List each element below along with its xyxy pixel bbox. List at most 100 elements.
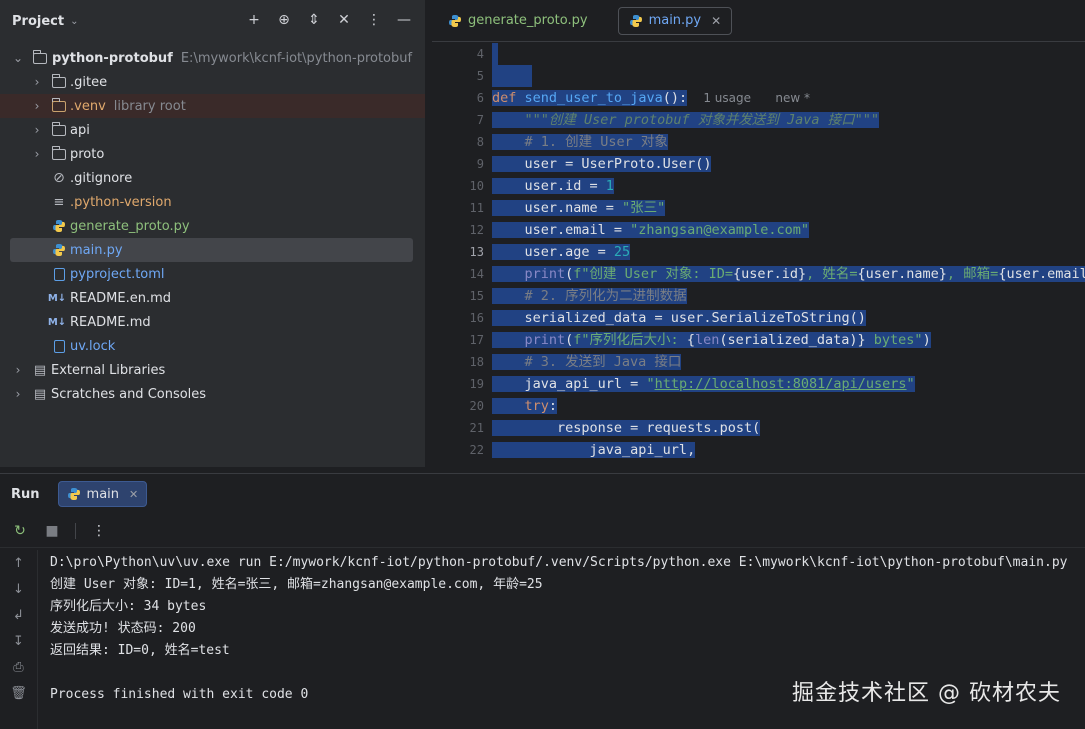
add-icon[interactable]: + — [245, 11, 263, 29]
minimize-icon[interactable]: — — [395, 11, 413, 29]
run-title: Run — [11, 486, 40, 502]
tree-item-generate-proto[interactable]: generate_proto.py — [0, 214, 425, 238]
stop-icon[interactable]: ■ — [43, 522, 61, 540]
chevron-right-icon[interactable]: › — [31, 75, 43, 89]
lock-file-icon — [51, 338, 67, 354]
chevron-right-icon[interactable]: › — [12, 387, 24, 401]
run-toolbar: ↻ ■ ⋮ — [0, 514, 1085, 548]
line-number: 9 — [476, 157, 484, 171]
tab-main[interactable]: main.py ✕ — [617, 6, 733, 35]
root-name: python-protobuf — [52, 50, 173, 66]
code-line: serialized_data = user.SerializeToString… — [492, 310, 866, 326]
project-title[interactable]: Project — [12, 14, 64, 29]
code-line: print(f"创建 User 对象: ID={user.id}, 姓名={us… — [492, 263, 1085, 285]
code-line: # 2. 序列化为二进制数据 — [492, 285, 1085, 307]
console-line: 发送成功! 状态码: 200 — [50, 621, 196, 636]
print-icon[interactable]: ⎙ — [0, 654, 37, 680]
root-path: E:\mywork\kcnf-iot\python-protobuf — [180, 50, 413, 66]
code-line: user.name = "张三" — [492, 200, 666, 216]
python-file-icon — [51, 218, 67, 234]
more-options-icon[interactable]: ⋮ — [365, 11, 383, 29]
tree-root[interactable]: ⌄ python-protobuf E:\mywork\kcnf-iot\pyth… — [0, 46, 425, 70]
line-number: 5 — [476, 69, 484, 83]
tree-item-label: proto — [70, 146, 105, 162]
code-line: user = UserProto.User() — [492, 156, 712, 172]
code-line: ● user.age = 25 — [492, 244, 631, 260]
toolbar-separator — [75, 522, 76, 539]
tree-item-uv-lock[interactable]: uv.lock — [0, 334, 425, 358]
line-number: 21 — [469, 421, 484, 435]
tree-item-label: api — [70, 122, 90, 138]
tree-item-label: README.en.md — [70, 290, 171, 306]
tree-item-scratches[interactable]: › ▤ Scratches and Consoles — [0, 382, 425, 406]
chevron-right-icon[interactable]: › — [31, 147, 43, 161]
chevron-right-icon[interactable]: › — [31, 99, 43, 113]
tree-item-gitignore[interactable]: ⊘ .gitignore — [0, 166, 425, 190]
tree-item-proto[interactable]: › proto — [0, 142, 425, 166]
project-panel: Project ⌄ + ⊕ ⇕ ✕ ⋮ — ⌄ python-protobuf E… — [0, 0, 426, 467]
tree-item-label: main.py — [70, 242, 123, 258]
usage-inlay[interactable]: 1 usage — [703, 91, 751, 105]
trash-icon[interactable]: 🗑 — [0, 680, 37, 706]
folder-icon — [51, 73, 67, 90]
close-icon[interactable]: ✕ — [129, 488, 138, 501]
code-area[interactable]: def send_user_to_java(): 1 usage new * "… — [492, 43, 1085, 467]
tree-item-label: uv.lock — [70, 338, 116, 354]
ignore-file-icon: ⊘ — [53, 170, 65, 186]
more-options-icon[interactable]: ⋮ — [90, 522, 108, 540]
scroll-up-icon[interactable]: ↑ — [0, 550, 37, 576]
markdown-file-icon: M↓ — [47, 292, 67, 304]
line-number: 16 — [469, 311, 484, 325]
console-line: D:\pro\Python\uv\uv.exe run E:/mywork/kc… — [50, 555, 1068, 570]
chevron-right-icon[interactable]: › — [31, 123, 43, 137]
chevron-right-icon[interactable]: › — [12, 363, 24, 377]
line-number: 12 — [469, 223, 484, 237]
tree-item-pyproject[interactable]: pyproject.toml — [0, 262, 425, 286]
code-line: # 1. 创建 User 对象 — [492, 131, 1085, 153]
chevron-down-icon[interactable]: ⌄ — [12, 51, 24, 65]
code-line — [492, 65, 1085, 87]
tree-item-readme-en[interactable]: M↓ README.en.md — [0, 286, 425, 310]
line-number: 14 — [469, 267, 484, 281]
rerun-icon[interactable]: ↻ — [11, 522, 29, 540]
tab-label: main.py — [648, 13, 702, 28]
library-icon: ▤ — [33, 362, 47, 378]
tab-label: generate_proto.py — [468, 13, 588, 28]
author-inlay[interactable]: new * — [775, 91, 810, 105]
expand-all-icon[interactable]: ⇕ — [305, 11, 323, 29]
soft-wrap-icon[interactable]: ↲ — [0, 602, 37, 628]
editor-panel: generate_proto.py main.py ✕ 4 5 6 7 8 9 … — [432, 0, 1085, 467]
line-number: 8 — [476, 135, 484, 149]
line-number: 4 — [476, 47, 484, 61]
line-number: 17 — [469, 333, 484, 347]
tree-item-readme[interactable]: M↓ README.md — [0, 310, 425, 334]
scroll-to-end-icon[interactable]: ↧ — [0, 628, 37, 654]
library-root-hint: library root — [113, 98, 186, 114]
markdown-file-icon: M↓ — [47, 316, 67, 328]
tree-item-label: .gitignore — [70, 170, 133, 186]
project-toolbar: + ⊕ ⇕ ✕ ⋮ — — [245, 11, 413, 29]
tab-generate-proto[interactable]: generate_proto.py — [438, 7, 598, 35]
collapse-all-icon[interactable]: ✕ — [335, 11, 353, 29]
tree-item-venv[interactable]: › .venv library root — [0, 94, 425, 118]
tree-item-label: generate_proto.py — [70, 218, 190, 234]
run-tab-main[interactable]: main ✕ — [57, 481, 148, 507]
text-file-icon: ≡ — [53, 194, 65, 210]
tree-item-gitee[interactable]: › .gitee — [0, 70, 425, 94]
toml-file-icon — [51, 266, 67, 282]
console-line: 创建 User 对象: ID=1, 姓名=张三, 邮箱=zhangsan@exa… — [50, 577, 543, 592]
tree-item-external-libraries[interactable]: › ▤ External Libraries — [0, 358, 425, 382]
locate-icon[interactable]: ⊕ — [275, 11, 293, 29]
code-line: java_api_url = "http://localhost:8081/ap… — [492, 376, 915, 392]
editor-tabs: generate_proto.py main.py ✕ — [432, 0, 1085, 42]
line-number: 15 — [469, 289, 484, 303]
close-icon[interactable]: ✕ — [711, 14, 721, 28]
run-side-toolbar: ↑ ↓ ↲ ↧ ⎙ 🗑 — [0, 550, 38, 729]
tree-item-label: .venv — [70, 98, 106, 114]
run-panel: Run main ✕ ↻ ■ ⋮ ↑ ↓ ↲ ↧ ⎙ 🗑 D:\pro\Pyth… — [0, 473, 1085, 729]
chevron-down-icon[interactable]: ⌄ — [70, 16, 78, 27]
scroll-down-icon[interactable]: ↓ — [0, 576, 37, 602]
tree-item-main[interactable]: main.py — [10, 238, 413, 262]
tree-item-python-version[interactable]: ≡ .python-version — [0, 190, 425, 214]
tree-item-api[interactable]: › api — [0, 118, 425, 142]
